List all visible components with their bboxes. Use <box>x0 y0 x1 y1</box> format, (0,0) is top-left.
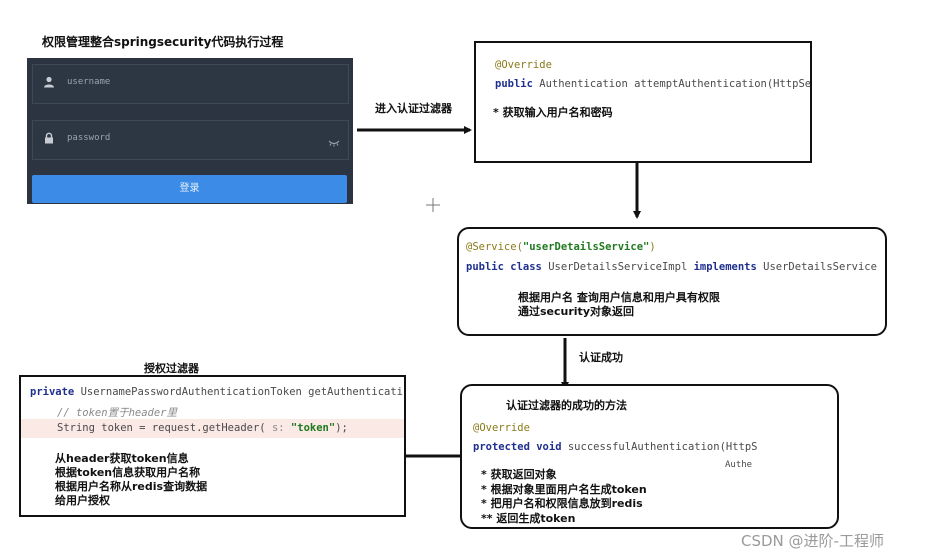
watermark: CSDN @进阶-工程师 <box>741 532 884 550</box>
keyword-public: public <box>495 78 533 90</box>
code-comment: // token置于header里 <box>57 407 178 419</box>
override-annotation: @Override <box>473 422 530 434</box>
arrow-label-enter-auth-filter: 进入认证过滤器 <box>375 102 452 115</box>
attempt-authentication-box: @Override public Authentication attemptA… <box>474 41 812 163</box>
service-annotation: @Service("userDetailsService") <box>466 241 656 253</box>
bullet-store-redis: * 把用户名和权限信息放到redis <box>481 497 643 510</box>
successful-authentication-box: 认证过滤器的成功的方法 @Override protected void suc… <box>460 384 839 529</box>
method-signature: protected void successfulAuthentication(… <box>473 441 758 453</box>
service-note-return: 通过security对象返回 <box>518 305 634 318</box>
bullet-get-return-object: * 获取返回对象 <box>481 468 557 481</box>
class-declaration: public class UserDetailsServiceImpl impl… <box>466 261 877 273</box>
method-signature: private UsernamePasswordAuthenticationTo… <box>30 386 403 398</box>
highlighted-code-line: String token = request.getHeader( s: "to… <box>21 419 404 438</box>
method-signature: public Authentication attemptAuthenticat… <box>495 78 812 90</box>
user-details-service-box: @Service("userDetailsService") public cl… <box>457 227 887 336</box>
authz-note-grant: 给用户授权 <box>55 494 110 507</box>
get-header-statement: String token = request.getHeader( s: "to… <box>57 422 348 434</box>
authorization-filter-box: private UsernamePasswordAuthenticationTo… <box>19 375 406 517</box>
success-box-heading: 认证过滤器的成功的方法 <box>506 399 627 412</box>
signature-text: Authentication attemptAuthentication(Htt… <box>532 78 812 90</box>
signature-continuation: Authe <box>725 460 753 470</box>
override-annotation: @Override <box>495 59 552 71</box>
crosshair-cursor-icon <box>426 198 440 212</box>
authz-box-heading: 授权过滤器 <box>144 362 199 375</box>
bullet-return-token: ** 返回生成token <box>481 512 576 525</box>
arrow-label-auth-success: 认证成功 <box>579 351 623 364</box>
bullet-get-credentials: * 获取输入用户名和密码 <box>493 106 613 119</box>
